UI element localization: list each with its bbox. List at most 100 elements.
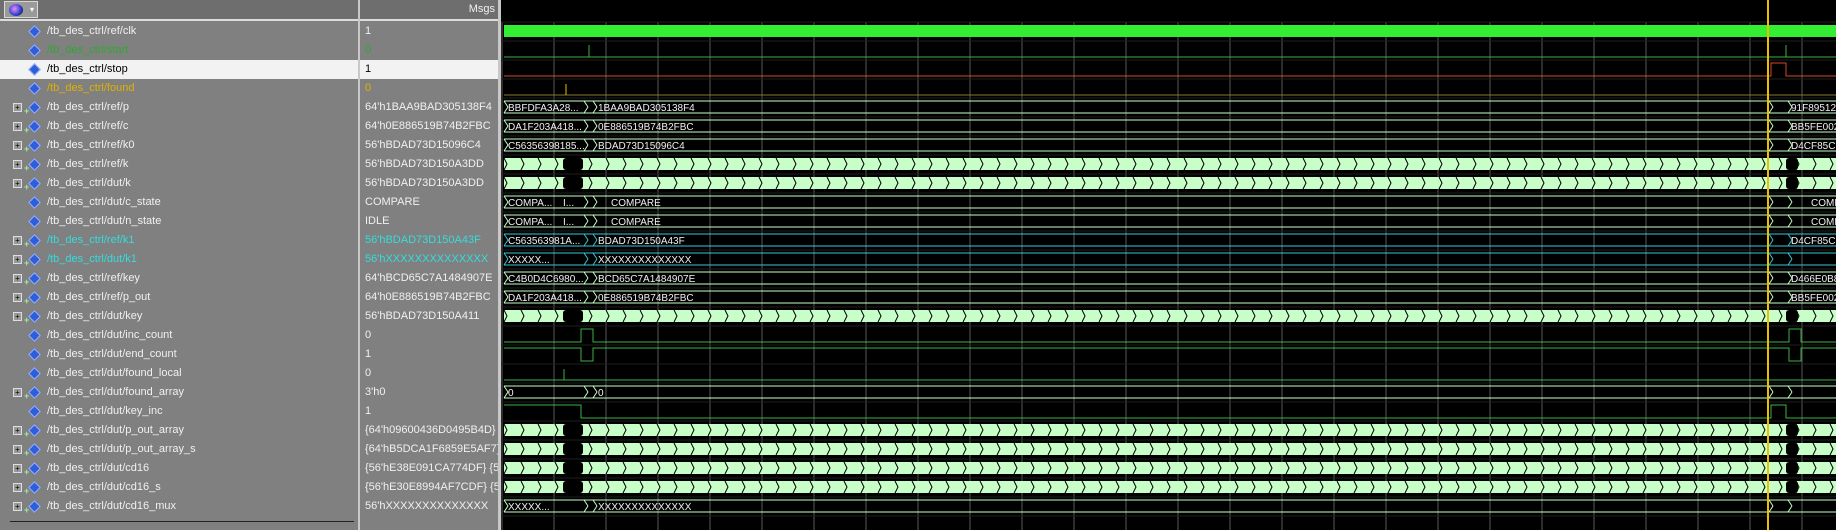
bus-value-label: BCD65C7A1484907E <box>598 274 696 285</box>
expand-icon[interactable]: + <box>13 160 22 169</box>
bus-edge <box>1787 505 1793 513</box>
wave-options-button[interactable]: ▾ <box>4 1 38 18</box>
bus-edge <box>1768 277 1774 285</box>
signal-name: /tb_des_ctrl/dut/n_state <box>47 215 162 227</box>
signal-row[interactable]: /tb_des_ctrl/found <box>0 79 358 98</box>
signal-row[interactable]: + + /tb_des_ctrl/dut/p_out_array_s <box>0 440 358 459</box>
waveform-pane[interactable]: BBFDFA3A28... 1BAA9BAD305138F4 91F89512B DA… <box>501 0 1836 530</box>
signal-value-row: 56'hBDAD73D150A43F <box>360 231 498 250</box>
bus-value-label: D4CF85C8 <box>1791 141 1836 152</box>
expand-icon[interactable]: + <box>13 388 22 397</box>
bus-edge <box>592 144 598 152</box>
expand-icon[interactable]: + <box>13 464 22 473</box>
signal-value: 1 <box>365 405 372 417</box>
bus-glitch <box>1786 481 1798 493</box>
signal-row[interactable]: + + /tb_des_ctrl/ref/c <box>0 117 358 136</box>
signal-row[interactable]: + + /tb_des_ctrl/dut/cd16 <box>0 459 358 478</box>
expand-icon[interactable]: + <box>13 312 22 321</box>
signal-value-row: COMPARE <box>360 193 498 212</box>
bus-edge <box>583 233 589 241</box>
signal-row[interactable]: + + /tb_des_ctrl/ref/p_out <box>0 288 358 307</box>
waveform-canvas[interactable]: BBFDFA3A28... 1BAA9BAD305138F4 91F89512B DA… <box>501 0 1836 530</box>
signal-row[interactable]: /tb_des_ctrl/dut/end_count <box>0 345 358 364</box>
expand-icon[interactable]: + <box>13 103 22 112</box>
bus-edge <box>1768 258 1774 266</box>
bus-edge <box>1787 258 1793 266</box>
signal-diamond-icon: + <box>24 253 41 268</box>
expand-icon[interactable]: + <box>13 483 22 492</box>
signal-diamond-icon <box>28 44 41 57</box>
signal-row[interactable]: /tb_des_ctrl/dut/n_state <box>0 212 358 231</box>
signal-row[interactable]: /tb_des_ctrl/dut/inc_count <box>0 326 358 345</box>
signal-value-row: 56'hBDAD73D150A3DD <box>360 174 498 193</box>
signal-row[interactable]: /tb_des_ctrl/stop <box>0 60 358 79</box>
bus-glitch <box>563 443 583 455</box>
expand-icon[interactable]: + <box>13 274 22 283</box>
signal-row[interactable]: /tb_des_ctrl/dut/found_local <box>0 364 358 383</box>
signal-row[interactable]: + + /tb_des_ctrl/ref/k <box>0 155 358 174</box>
bus-edge <box>1768 214 1774 222</box>
bus-value-label: 0 <box>508 388 514 399</box>
bus-edge <box>583 239 589 247</box>
signal-diamond-icon: + <box>24 177 41 192</box>
signal-diamond-icon: + <box>24 310 41 325</box>
signal-row[interactable]: + + /tb_des_ctrl/ref/k1 <box>0 231 358 250</box>
signal-name: /tb_des_ctrl/dut/found_array <box>47 386 184 398</box>
signal-name: /tb_des_ctrl/dut/k1 <box>47 253 137 265</box>
signal-value-row: 56'hBDAD73D150A3DD <box>360 155 498 174</box>
signal-row[interactable]: /tb_des_ctrl/start <box>0 41 358 60</box>
signal-row[interactable]: + + /tb_des_ctrl/ref/key <box>0 269 358 288</box>
bus-edge <box>1768 106 1774 114</box>
bus-edge <box>583 252 589 260</box>
signal-row[interactable]: + + /tb_des_ctrl/ref/p <box>0 98 358 117</box>
bus-glitch <box>563 424 583 436</box>
expand-icon[interactable]: + <box>13 179 22 188</box>
signal-diamond-icon: + <box>24 101 41 116</box>
clock-trace <box>504 25 1836 37</box>
expand-icon[interactable]: + <box>13 502 22 511</box>
bus-value-label: BDAD73D15096C4 <box>598 141 685 152</box>
signal-row[interactable]: /tb_des_ctrl/dut/c_state <box>0 193 358 212</box>
signal-diamond-icon <box>28 196 41 209</box>
bus-value-label: C563563981A... <box>508 236 580 247</box>
signal-row[interactable]: /tb_des_ctrl/ref/clk <box>0 22 358 41</box>
signal-row[interactable]: + + /tb_des_ctrl/dut/cd16_mux <box>0 497 358 516</box>
expand-icon[interactable]: + <box>13 236 22 245</box>
signal-diamond-icon <box>28 348 41 361</box>
expand-icon[interactable]: + <box>13 445 22 454</box>
signal-value: {56'hE30E8994AF7CDF} {56... <box>365 481 498 493</box>
bus-edge <box>1768 100 1774 108</box>
signal-row[interactable]: + + /tb_des_ctrl/ref/k0 <box>0 136 358 155</box>
signal-row[interactable]: + + /tb_des_ctrl/dut/found_array <box>0 383 358 402</box>
palette-icon <box>9 4 23 16</box>
signal-row[interactable]: + + /tb_des_ctrl/dut/p_out_array <box>0 421 358 440</box>
signal-row[interactable]: + + /tb_des_ctrl/dut/k <box>0 174 358 193</box>
signal-name: /tb_des_ctrl/dut/c_state <box>47 196 161 208</box>
bus-edge <box>1787 201 1793 209</box>
signal-name: /tb_des_ctrl/dut/cd16 <box>47 462 150 474</box>
signal-value-row: IDLE <box>360 212 498 231</box>
signal-value: 3'h0 <box>365 386 386 398</box>
signal-row[interactable]: + + /tb_des_ctrl/dut/cd16_s <box>0 478 358 497</box>
bus-value-label: I... <box>563 198 574 209</box>
bus-edge <box>1768 119 1774 127</box>
signal-value: 1 <box>365 63 372 75</box>
signal-row[interactable]: + + /tb_des_ctrl/dut/k1 <box>0 250 358 269</box>
expand-icon[interactable]: + <box>13 122 22 131</box>
signal-value-row: 64'h0E886519B74B2FBC <box>360 288 498 307</box>
signal-value: 56'hXXXXXXXXXXXXXX <box>365 253 489 265</box>
signal-name: /tb_des_ctrl/dut/p_out_array <box>47 424 184 436</box>
bus-edge <box>1787 252 1793 260</box>
expand-icon[interactable]: + <box>13 141 22 150</box>
bus-edge <box>1768 499 1774 507</box>
signal-value-row: {64'h09600436D0495B4D} {64... <box>360 421 498 440</box>
expand-icon[interactable]: + <box>13 293 22 302</box>
signal-row[interactable]: + + /tb_des_ctrl/dut/key <box>0 307 358 326</box>
expand-icon[interactable]: + <box>13 426 22 435</box>
expand-icon[interactable]: + <box>13 255 22 264</box>
bus-edge <box>1768 201 1774 209</box>
signal-row[interactable]: /tb_des_ctrl/dut/key_inc <box>0 402 358 421</box>
signal-diamond-icon: + <box>24 481 41 496</box>
bus-edge <box>1768 252 1774 260</box>
signal-value: {64'h09600436D0495B4D} {64... <box>365 424 498 436</box>
